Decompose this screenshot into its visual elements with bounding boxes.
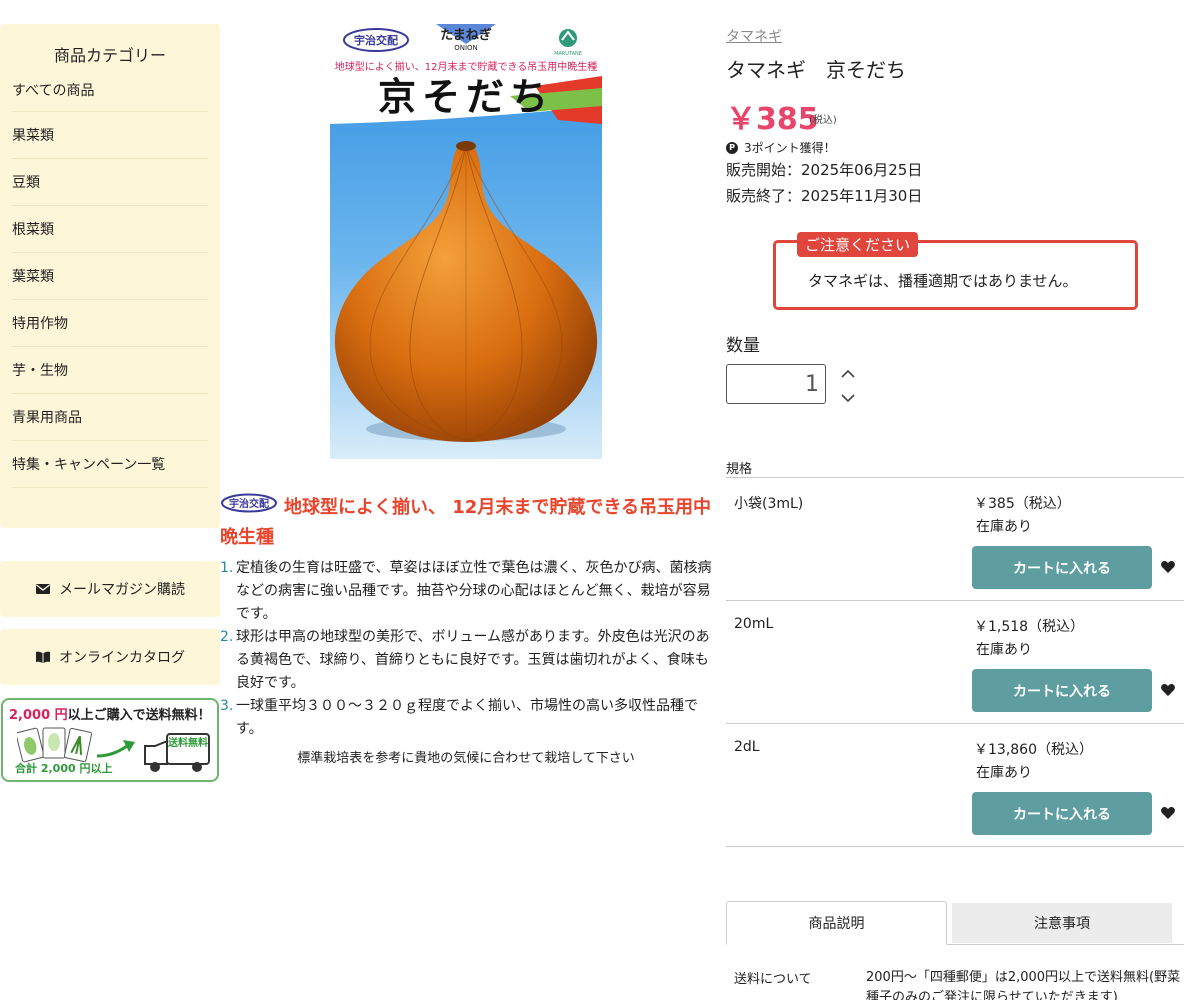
add-to-cart-button[interactable]: カートに入れる — [972, 669, 1152, 712]
mail-magazine-label: メールマガジン購読 — [59, 582, 185, 598]
uji-kohai-logo: 宇治交配 — [220, 493, 278, 523]
category-item-beans[interactable]: 豆類 — [12, 159, 208, 206]
variant-row: 小袋(3mL) ￥385（税込） 在庫あり カートに入れる — [726, 478, 1184, 601]
product-image[interactable]: 宇治交配 たまねぎ ONION MARUTANE 地球型によく揃い、12月末まで… — [330, 24, 602, 459]
category-list: すべての商品 果菜類 豆類 根菜類 葉菜類 特用作物 芋・生物 青果用商品 特集… — [0, 68, 220, 488]
free-shipping-text: 以上ご購入で送料無料！ — [67, 708, 211, 723]
free-shipping-amount: 2,000 円 — [9, 708, 68, 723]
shipping-info-text: 200円〜「四種郵便」は2,000円以上で送料無料(野菜種子のみのご発注に限らせ… — [866, 970, 1181, 1000]
packet-badge-text: 宇治交配 — [354, 33, 398, 47]
product-tabs: 商品説明 注意事項 — [726, 901, 1184, 945]
variant-stock: 在庫あり — [976, 519, 1032, 535]
points-text: 3ポイント獲得！ — [744, 141, 836, 155]
category-item-produce[interactable]: 青果用商品 — [12, 394, 208, 441]
tax-included-label: (税込) — [809, 115, 837, 126]
feature-item: 1. 定植後の生育は旺盛で、草姿はほぼ立性で葉色は濃く、灰色かび病、菌核病などの病… — [220, 560, 712, 622]
description-headline-text: 地球型によく揃い、 12月末まで貯蔵できる吊玉用中晩生種 — [220, 497, 711, 548]
packet-english-name: ONION — [454, 44, 478, 52]
product-price: ￥385 — [726, 102, 819, 137]
sale-start-date: 販売開始：2025年06月25日 — [726, 161, 923, 179]
category-item-fruit-vegetables[interactable]: 果菜類 — [12, 112, 208, 159]
category-item-campaigns[interactable]: 特集・キャンペーン一覧 — [12, 441, 208, 488]
category-item-tubers[interactable]: 芋・生物 — [12, 347, 208, 394]
free-shipping-banner[interactable]: 2,000 円以上ご購入で送料無料！ 送料無料 合計 2,000 円以上 — [1, 698, 219, 782]
variant-stock: 在庫あり — [976, 765, 1032, 781]
variant-table: 小袋(3mL) ￥385（税込） 在庫あり カートに入れる 20mL ￥1,51… — [726, 477, 1184, 847]
point-icon: P — [726, 141, 738, 154]
logo-badge-icon: 宇治交配 — [221, 493, 277, 513]
breadcrumb-onion[interactable]: タマネギ — [726, 26, 782, 46]
variant-price: ￥1,518（税込） — [974, 619, 1085, 635]
envelope-icon — [36, 584, 50, 594]
feature-item: 3. 一球重平均３００〜３２０ｇ程度でよく揃い、市場性の高い多収性品種です。 — [220, 698, 698, 737]
quantity-input[interactable] — [726, 364, 826, 404]
tab-notes[interactable]: 注意事項 — [952, 903, 1172, 943]
category-sidebar: 商品カテゴリー すべての商品 果菜類 豆類 根菜類 葉菜類 特用作物 芋・生物 … — [0, 24, 220, 528]
feature-item: 2. 球形は甲高の地球型の美形で、ボリューム感があります。外皮色は光沢のある黄褐色… — [220, 629, 710, 691]
sale-end-date: 販売終了：2025年11月30日 — [726, 187, 923, 205]
quantity-label: 数量 — [726, 336, 760, 356]
category-item-root-vegetables[interactable]: 根菜類 — [12, 206, 208, 253]
variant-row: 2dL ￥13,860（税込） 在庫あり カートに入れる — [726, 724, 1184, 847]
shipping-info-label: 送料について — [734, 972, 812, 987]
variant-stock: 在庫あり — [976, 642, 1032, 658]
caution-notice: ご注意ください タマネギは、播種適期ではありません。 — [773, 232, 1138, 310]
free-shipping-total: 合計 2,000 円以上 — [15, 762, 113, 775]
chevron-down-icon[interactable] — [840, 390, 856, 406]
variant-name: 小袋(3mL) — [734, 496, 804, 512]
feature-list: 1. 定植後の生育は旺盛で、草姿はほぼ立性で葉色は濃く、灰色かび病、菌核病などの病… — [220, 557, 712, 741]
product-title: タマネギ 京そだち — [726, 58, 906, 82]
variant-row: 20mL ￥1,518（税込） 在庫あり カートに入れる — [726, 601, 1184, 724]
caution-tag: ご注意ください — [797, 232, 919, 257]
packet-tagline: 地球型によく揃い、12月末まで貯蔵できる吊玉用中晩生種 — [335, 60, 598, 73]
category-item-all[interactable]: すべての商品 — [12, 68, 208, 112]
packet-small-title: たまねぎ — [440, 27, 492, 43]
seed-packet-illustration: 宇治交配 たまねぎ ONION MARUTANE 地球型によく揃い、12月末まで… — [330, 24, 602, 459]
variant-price: ￥13,860（税込） — [974, 742, 1093, 758]
chevron-up-icon[interactable] — [840, 366, 856, 382]
heart-icon[interactable] — [1160, 559, 1176, 575]
online-catalog-button[interactable]: オンラインカタログ — [0, 629, 220, 685]
variant-name: 2dL — [734, 739, 760, 755]
online-catalog-label: オンラインカタログ — [59, 650, 185, 666]
spec-label: 規格 — [726, 462, 753, 477]
heart-icon[interactable] — [1160, 682, 1176, 698]
caution-text: タマネギは、播種適期ではありません。 — [808, 272, 1078, 290]
variant-price: ￥385（税込） — [974, 496, 1071, 512]
heart-icon[interactable] — [1160, 805, 1176, 821]
packet-variety-name: 京そだち — [378, 74, 554, 119]
logo-badge-text: 宇治交配 — [229, 497, 269, 510]
variant-name: 20mL — [734, 616, 774, 632]
packet-maker: MARUTANE — [554, 51, 582, 57]
product-description: 宇治交配 地球型によく揃い、 12月末まで貯蔵できる吊玉用中晩生種 1. 定植後の… — [220, 493, 712, 766]
description-headline: 宇治交配 地球型によく揃い、 12月末まで貯蔵できる吊玉用中晩生種 — [220, 493, 712, 553]
tab-product-description[interactable]: 商品説明 — [726, 901, 947, 945]
category-item-leaf-vegetables[interactable]: 葉菜類 — [12, 253, 208, 300]
category-item-special-crops[interactable]: 特用作物 — [12, 300, 208, 347]
delivery-truck-icon: 送料無料 — [144, 733, 210, 772]
truck-free-shipping-text: 送料無料 — [167, 736, 208, 749]
open-book-icon — [36, 651, 50, 663]
mail-magazine-button[interactable]: メールマガジン購読 — [0, 561, 220, 617]
add-to-cart-button[interactable]: カートに入れる — [972, 546, 1152, 589]
cultivation-note: 標準栽培表を参考に貴地の気候に合わせて栽培して下さい — [297, 751, 635, 766]
sidebar-title: 商品カテゴリー — [53, 46, 166, 65]
add-to-cart-button[interactable]: カートに入れる — [972, 792, 1152, 835]
points-info: P 3ポイント獲得！ — [726, 139, 836, 156]
arrow-icon — [96, 740, 135, 758]
